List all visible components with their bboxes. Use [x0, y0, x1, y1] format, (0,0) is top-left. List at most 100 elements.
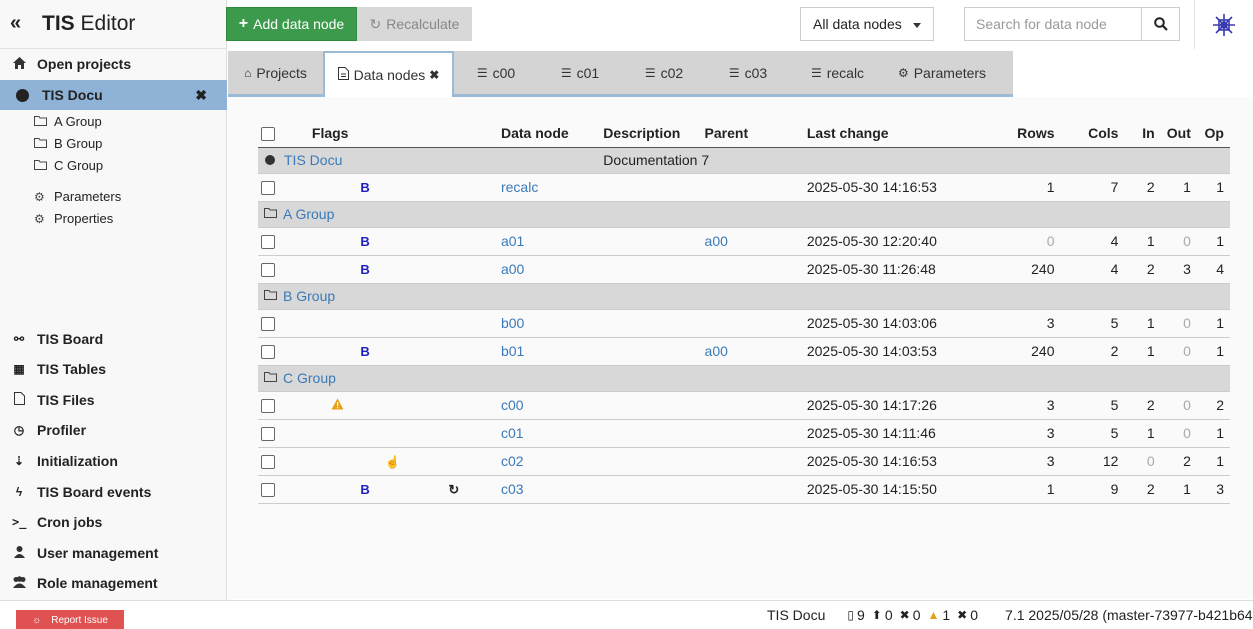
data-node-link[interactable]: c00: [501, 397, 524, 413]
header-data-node: Data node: [500, 119, 604, 148]
row-checkbox[interactable]: [261, 235, 275, 250]
add-data-node-button[interactable]: + Add data node: [226, 7, 357, 41]
active-project-item[interactable]: TIS Docu ✖: [0, 80, 227, 110]
table-row[interactable]: ☝ c02 2025-05-30 14:16:53 3 12 0 2 1: [258, 447, 1230, 476]
bolt-icon: ϟ: [15, 485, 23, 499]
data-node-link[interactable]: c02: [501, 453, 524, 469]
sidebar-item-board-events[interactable]: ϟ TIS Board events: [0, 477, 227, 507]
close-tab-icon[interactable]: ✖: [429, 68, 439, 82]
search-button[interactable]: [1141, 7, 1180, 41]
data-node-link[interactable]: a01: [501, 233, 524, 249]
group-link[interactable]: C Group: [283, 370, 336, 386]
parent-link[interactable]: a00: [705, 343, 728, 359]
table-row[interactable]: c01 2025-05-30 14:11:46 3 5 1 0 1: [258, 419, 1230, 448]
header-parent: Parent: [704, 119, 807, 148]
sidebar-parameters[interactable]: ⚙ Parameters: [34, 189, 121, 204]
table-row[interactable]: Brecalc 2025-05-30 14:16:53 1 7 2 1 1: [258, 173, 1230, 202]
row-checkbox[interactable]: [261, 399, 275, 414]
data-node-link[interactable]: a00: [501, 261, 524, 277]
cell-rows: 240: [998, 337, 1061, 366]
row-checkbox[interactable]: [261, 345, 275, 360]
sidebar-item-role-management[interactable]: Role management: [0, 568, 227, 598]
tab-c00[interactable]: ☰ c00: [454, 51, 538, 94]
row-checkbox[interactable]: [261, 455, 275, 470]
tab-parameters[interactable]: ⚙ Parameters: [885, 51, 999, 94]
table-row[interactable]: c00 2025-05-30 14:17:26 3 5 2 0 2: [258, 391, 1230, 420]
header-description: Description: [603, 119, 705, 148]
cell-rows: 1: [998, 173, 1061, 202]
tab-c02[interactable]: ☰ c02: [622, 51, 706, 94]
nav-label: TIS Board events: [37, 484, 152, 500]
data-node-link[interactable]: recalc: [501, 179, 538, 195]
row-checkbox[interactable]: [261, 263, 275, 278]
sidebar-group-b[interactable]: B Group: [34, 136, 102, 151]
flag-cell: [288, 309, 361, 338]
tab-data-nodes[interactable]: Data nodes ✖: [323, 51, 454, 97]
sidebar-item-initialization[interactable]: ⇣ Initialization: [0, 446, 227, 476]
select-all-checkbox[interactable]: [261, 126, 275, 141]
sidebar: « TIS Editor Open projects TIS Docu ✖ A …: [0, 0, 227, 600]
table-row[interactable]: Ba00 2025-05-30 11:26:48 240 4 2 3 4: [258, 255, 1230, 284]
cell-out: 1: [1160, 173, 1197, 202]
sidebar-group-a[interactable]: A Group: [34, 114, 102, 129]
open-projects-item[interactable]: Open projects: [0, 49, 227, 79]
home-icon: [12, 56, 26, 72]
cell-in: 1: [1124, 419, 1161, 448]
sidebar-item-profiler[interactable]: ◷ Profiler: [0, 415, 227, 445]
nav-label: Initialization: [37, 453, 118, 469]
table-row[interactable]: b00 2025-05-30 14:03:06 3 5 1 0 1: [258, 309, 1230, 338]
close-project-icon[interactable]: ✖: [195, 87, 207, 104]
project-link[interactable]: TIS Docu: [284, 152, 342, 168]
group-link[interactable]: A Group: [283, 206, 334, 222]
parent-link[interactable]: a00: [705, 233, 728, 249]
last-change-cell: 2025-05-30 14:11:46: [806, 419, 999, 448]
cell-out: 3: [1160, 255, 1197, 284]
search-input[interactable]: [964, 7, 1142, 41]
sidebar-item-cron-jobs[interactable]: >_ Cron jobs: [0, 507, 227, 537]
data-node-link[interactable]: c03: [501, 481, 524, 497]
description-cell: [603, 309, 705, 338]
row-checkbox[interactable]: [261, 427, 275, 442]
nav-label: Profiler: [37, 422, 87, 438]
data-node-link[interactable]: c01: [501, 425, 524, 441]
collapse-sidebar-icon[interactable]: «: [10, 12, 21, 35]
row-checkbox[interactable]: [261, 317, 275, 332]
parent-cell: a00: [704, 227, 807, 256]
nav-label: TIS Files: [37, 392, 95, 408]
tab-projects[interactable]: ⌂ Projects: [228, 51, 323, 94]
data-node-link[interactable]: b01: [501, 343, 524, 359]
sidebar-item-tis-tables[interactable]: ▦ TIS Tables: [0, 354, 227, 384]
sidebar-item-user-management[interactable]: User management: [0, 538, 227, 568]
group-link[interactable]: B Group: [283, 288, 335, 304]
table-row[interactable]: B ↻ c03 2025-05-30 14:15:50 1 9 2 1 3: [258, 475, 1230, 504]
table-row[interactable]: Bb01 a00 2025-05-30 14:03:53 240 2 1 0 1: [258, 337, 1230, 366]
row-checkbox[interactable]: [261, 483, 275, 498]
flag-cell: [426, 255, 501, 284]
table-row[interactable]: Ba01 a00 2025-05-30 12:20:40 0 4 1 0 1: [258, 227, 1230, 256]
status-warning: ▲ 1: [927, 607, 950, 623]
sidebar-item-tis-board[interactable]: ⚯ TIS Board: [0, 324, 227, 354]
tab-c01[interactable]: ☰ c01: [538, 51, 622, 94]
description-cell: [603, 173, 705, 202]
sidebar-item-tis-files[interactable]: TIS Files: [0, 385, 227, 415]
row-select-cell: [258, 419, 289, 448]
sidebar-group-c[interactable]: C Group: [34, 158, 103, 173]
table-header-row: Flags Data node Description Parent Last chan…: [258, 119, 1230, 148]
tab-label: Parameters: [913, 64, 987, 81]
description-cell: [603, 227, 705, 256]
tab-recalc[interactable]: ☰ recalc: [790, 51, 885, 94]
node-filter-select[interactable]: All data nodes: [800, 7, 934, 41]
recalculate-button[interactable]: ↻ Recalculate: [357, 7, 472, 41]
document-icon: ▯: [847, 608, 854, 622]
parent-cell: [704, 255, 807, 284]
lightbulb-icon: ☼: [32, 614, 42, 626]
report-issue-button[interactable]: ☼ Report Issue: [16, 610, 124, 629]
warning-icon: ▲: [927, 608, 940, 622]
row-checkbox[interactable]: [261, 181, 275, 196]
header-last-change: Last change: [806, 119, 999, 148]
clock-icon: ◷: [13, 423, 25, 437]
sidebar-properties[interactable]: ⚙ Properties: [34, 211, 113, 226]
tab-c03[interactable]: ☰ c03: [706, 51, 790, 94]
cell-cols: 12: [1060, 447, 1125, 476]
data-node-link[interactable]: b00: [501, 315, 524, 331]
